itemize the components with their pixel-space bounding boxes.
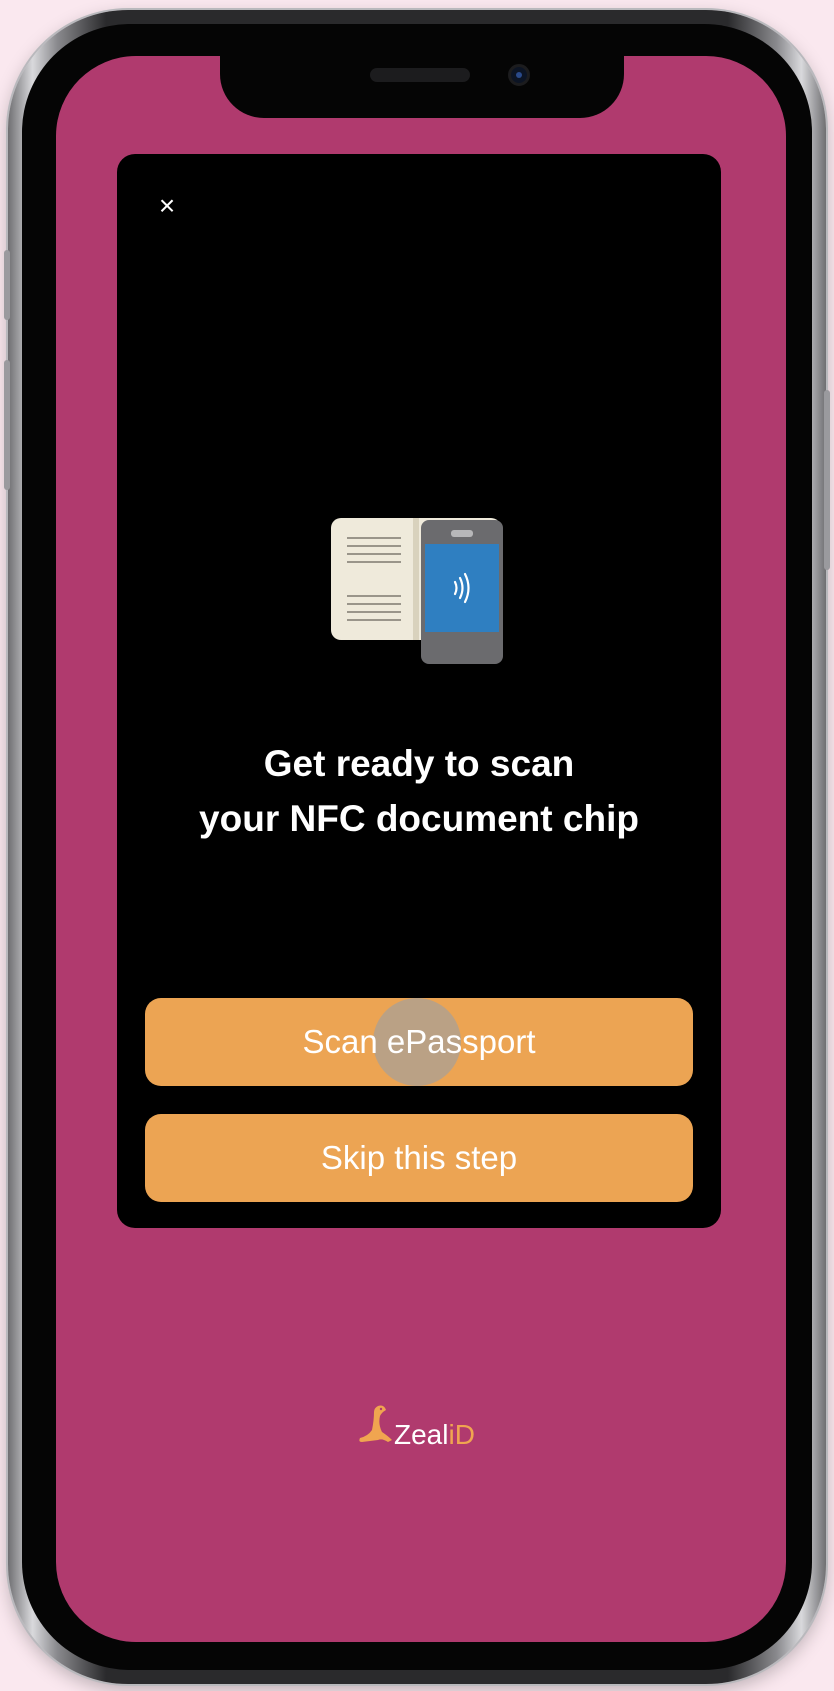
brand-name-part-1: Zeal [394,1419,449,1450]
skip-button-label: Skip this step [320,1139,518,1176]
seal-logo-icon [358,1402,392,1451]
headline-line-2: your NFC document chip [199,798,639,839]
side-button [4,250,10,320]
scan-button-label: Scan ePassport [302,1023,536,1060]
page-title: Get ready to scan your NFC document chip [117,736,721,846]
brand-logo: ZealiD [358,1402,475,1451]
side-button [824,390,830,570]
close-button[interactable]: × [147,186,187,226]
nfc-scan-modal: × Get ready to scan your NFC document ch… [117,154,721,1228]
side-button [4,360,10,490]
scan-epassport-button[interactable]: Scan ePassport [145,998,693,1086]
app-screen: × Get ready to scan your NFC document ch… [56,56,786,1642]
phone-notch [220,56,624,118]
camera-icon [508,64,530,86]
speaker-grille [370,68,470,82]
skip-step-button[interactable]: Skip this step [145,1114,693,1202]
passport-nfc-phone-icon [329,516,507,666]
brand-name: ZealiD [394,1419,475,1451]
headline-line-1: Get ready to scan [263,743,575,784]
brand-name-part-2: iD [448,1419,475,1450]
